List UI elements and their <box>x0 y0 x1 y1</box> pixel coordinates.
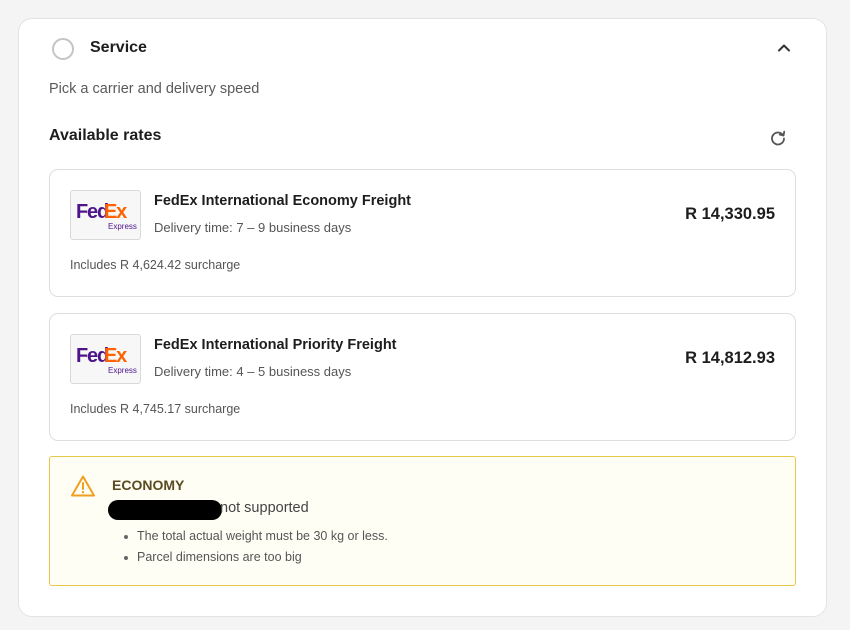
carrier-name: FedEx International Economy Freight <box>154 193 412 209</box>
rates-heading: Available rates <box>49 127 162 144</box>
section-subtitle: Pick a carrier and delivery speed <box>49 81 260 97</box>
fedex-logo: Fed Ex Express <box>70 190 141 240</box>
delivery-time: Delivery time: 4 – 5 business days <box>154 364 352 379</box>
chevron-up-icon[interactable] <box>773 37 795 59</box>
surcharge-note: Includes R 4,624.42 surcharge <box>70 258 241 272</box>
service-panel: Service Pick a carrier and delivery spee… <box>18 18 827 617</box>
section-title: Service <box>90 39 147 56</box>
redaction-mark <box>108 500 222 520</box>
rate-card-priority[interactable]: Fed Ex Express FedEx International Prior… <box>49 313 796 441</box>
fedex-logo: Fed Ex Express <box>70 334 141 384</box>
warning-triangle-icon <box>70 474 96 498</box>
rate-card-economy[interactable]: Fed Ex Express FedEx International Econo… <box>49 169 796 297</box>
surcharge-note: Includes R 4,745.17 surcharge <box>70 402 241 416</box>
rate-price: R 14,812.93 <box>685 349 775 367</box>
service-radio-icon[interactable] <box>52 38 74 60</box>
logo-ex: Ex <box>104 201 127 223</box>
alert-reason: The total actual weight must be 30 kg or… <box>122 529 388 550</box>
carrier-name: FedEx International Priority Freight <box>154 337 397 353</box>
logo-sub: Express <box>108 222 137 231</box>
alert-title: ECONOMY <box>112 477 185 493</box>
alert-reasons: The total actual weight must be 30 kg or… <box>122 529 388 571</box>
rate-price: R 14,330.95 <box>685 205 775 223</box>
logo-sub: Express <box>108 366 137 375</box>
unsupported-service-alert: ECONOMY not supported The total actual w… <box>49 456 796 586</box>
delivery-time: Delivery time: 7 – 9 business days <box>154 220 352 235</box>
alert-reason: Parcel dimensions are too big <box>122 550 388 571</box>
refresh-icon[interactable] <box>767 127 789 149</box>
logo-ex: Ex <box>104 345 127 367</box>
alert-message: not supported <box>220 500 309 516</box>
